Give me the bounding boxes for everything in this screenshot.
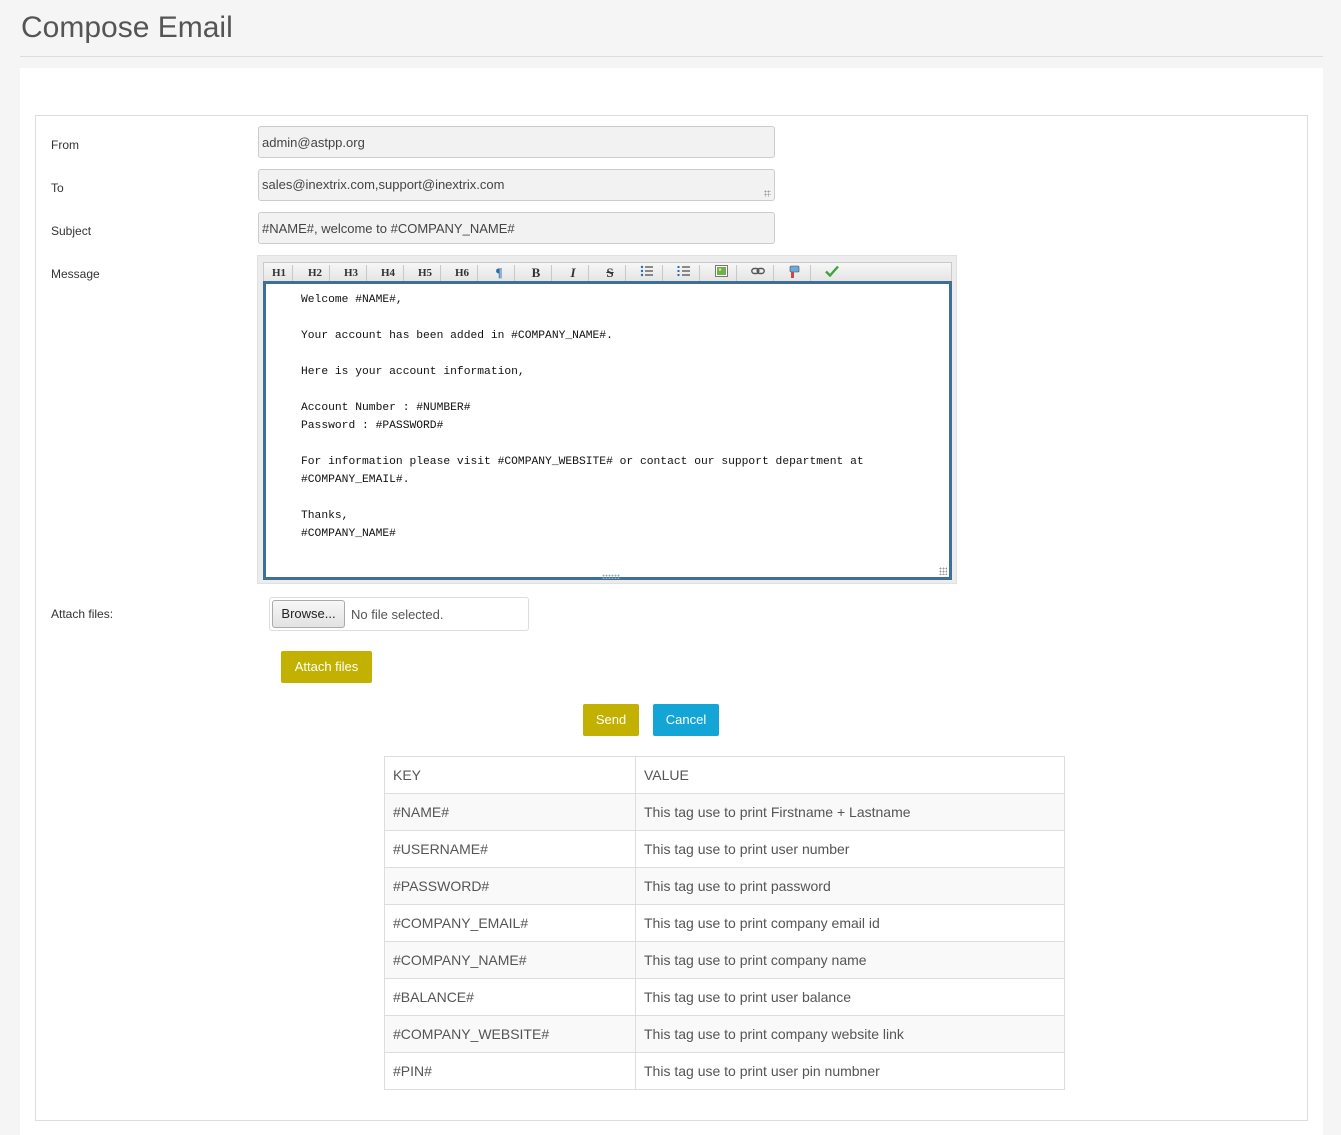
to-field[interactable]: sales@inextrix.com,support@inextrix.com bbox=[258, 169, 775, 201]
resize-grip-icon[interactable] bbox=[764, 190, 771, 197]
tag-value: This tag use to print company website li… bbox=[635, 1015, 1065, 1053]
toolbar-divider bbox=[662, 265, 663, 281]
column-header-key: KEY bbox=[384, 756, 636, 794]
ordered-list-icon[interactable] bbox=[669, 265, 699, 281]
table-row: #PIN# This tag use to print user pin numb… bbox=[384, 1052, 1065, 1090]
send-button[interactable]: Send bbox=[583, 704, 639, 736]
toolbar-divider bbox=[551, 265, 552, 281]
toolbar-divider bbox=[810, 265, 811, 281]
toolbar-divider bbox=[588, 265, 589, 281]
tag-value: This tag use to print company name bbox=[635, 941, 1065, 979]
file-input[interactable]: Browse... No file selected. bbox=[269, 597, 529, 631]
toolbar-divider bbox=[625, 265, 626, 281]
toolbar-divider bbox=[514, 265, 515, 281]
tag-key: #USERNAME# bbox=[384, 830, 636, 868]
toolbar-divider bbox=[699, 265, 700, 281]
toolbar-divider bbox=[773, 265, 774, 281]
tag-key: #BALANCE# bbox=[384, 978, 636, 1016]
h4-icon[interactable]: H4 bbox=[373, 265, 403, 281]
column-header-value: VALUE bbox=[635, 756, 1065, 794]
page-header: Compose Email bbox=[20, 0, 1323, 57]
attach-files-label: Attach files: bbox=[51, 607, 114, 621]
toolbar-divider bbox=[292, 265, 293, 281]
tag-value: This tag use to print user balance bbox=[635, 978, 1065, 1016]
tag-key: #NAME# bbox=[384, 793, 636, 831]
bold-icon[interactable]: B bbox=[521, 265, 551, 281]
table-row: #BALANCE# This tag use to print user bala… bbox=[384, 978, 1065, 1016]
tag-value: This tag use to print company email id bbox=[635, 904, 1065, 942]
toolbar-divider bbox=[366, 265, 367, 281]
subject-label: Subject bbox=[51, 224, 92, 238]
clean-icon[interactable] bbox=[780, 265, 810, 281]
image-icon[interactable] bbox=[706, 265, 736, 281]
tag-key: #COMPANY_WEBSITE# bbox=[384, 1015, 636, 1053]
from-label: From bbox=[51, 138, 79, 152]
link-icon[interactable] bbox=[743, 265, 773, 281]
subject-field[interactable] bbox=[258, 212, 775, 244]
tag-value: This tag use to print user number bbox=[635, 830, 1065, 868]
tag-value: This tag use to print password bbox=[635, 867, 1065, 905]
table-row: #COMPANY_EMAIL# This tag use to print com… bbox=[384, 904, 1065, 942]
attach-files-button[interactable]: Attach files bbox=[281, 651, 372, 683]
tag-key: #COMPANY_NAME# bbox=[384, 941, 636, 979]
check-icon[interactable] bbox=[817, 265, 847, 281]
unordered-list-icon[interactable] bbox=[632, 265, 662, 281]
table-header-row: KEY VALUE bbox=[384, 756, 1065, 794]
table-row: #COMPANY_WEBSITE# This tag use to print c… bbox=[384, 1015, 1065, 1053]
toolbar-divider bbox=[403, 265, 404, 281]
cancel-button[interactable]: Cancel bbox=[653, 704, 719, 736]
table-row: #USERNAME# This tag use to print user num… bbox=[384, 830, 1065, 868]
paragraph-icon[interactable]: ¶ bbox=[484, 265, 514, 281]
h2-icon[interactable]: H2 bbox=[300, 265, 330, 281]
to-field-value: sales@inextrix.com,support@inextrix.com bbox=[262, 177, 505, 192]
toolbar-divider bbox=[440, 265, 441, 281]
tag-value: This tag use to print Firstname + Lastna… bbox=[635, 793, 1065, 831]
tag-key: #PASSWORD# bbox=[384, 867, 636, 905]
message-editor: H1 H2 H3 H4 H5 H6 ¶ B I S Welcome #NAME#… bbox=[257, 255, 957, 584]
strikethrough-icon[interactable]: S bbox=[595, 265, 625, 281]
message-textarea[interactable]: Welcome #NAME#, Your account has been ad… bbox=[263, 281, 952, 580]
h3-icon[interactable]: H3 bbox=[336, 265, 366, 281]
message-label: Message bbox=[51, 267, 100, 281]
message-body: Welcome #NAME#, Your account has been ad… bbox=[301, 294, 864, 540]
toolbar-divider bbox=[329, 265, 330, 281]
h1-icon[interactable]: H1 bbox=[264, 265, 294, 281]
to-label: To bbox=[51, 181, 64, 195]
tag-key: #COMPANY_EMAIL# bbox=[384, 904, 636, 942]
h5-icon[interactable]: H5 bbox=[410, 265, 440, 281]
editor-toolbar: H1 H2 H3 H4 H5 H6 ¶ B I S bbox=[263, 262, 952, 282]
compose-form: From To sales@inextrix.com,support@inext… bbox=[35, 115, 1308, 1121]
resize-grip-icon[interactable] bbox=[939, 567, 947, 575]
page-title: Compose Email bbox=[21, 11, 233, 44]
tags-table: KEY VALUE #NAME# This tag use to print Fi… bbox=[384, 756, 1065, 1090]
from-field[interactable] bbox=[258, 126, 775, 158]
toolbar-divider bbox=[477, 265, 478, 281]
table-row: #NAME# This tag use to print Firstname + … bbox=[384, 793, 1065, 831]
h6-icon[interactable]: H6 bbox=[447, 265, 477, 281]
tag-key: #PIN# bbox=[384, 1052, 636, 1090]
italic-icon[interactable]: I bbox=[558, 265, 588, 281]
tag-value: This tag use to print user pin numbner bbox=[635, 1052, 1065, 1090]
browse-button[interactable]: Browse... bbox=[272, 600, 345, 628]
toolbar-divider bbox=[736, 265, 737, 281]
table-row: #COMPANY_NAME# This tag use to print comp… bbox=[384, 941, 1065, 979]
compose-panel: From To sales@inextrix.com,support@inext… bbox=[20, 68, 1323, 1135]
file-status: No file selected. bbox=[351, 607, 444, 622]
table-row: #PASSWORD# This tag use to print password bbox=[384, 867, 1065, 905]
editor-resize-handle-icon[interactable] bbox=[602, 574, 620, 579]
